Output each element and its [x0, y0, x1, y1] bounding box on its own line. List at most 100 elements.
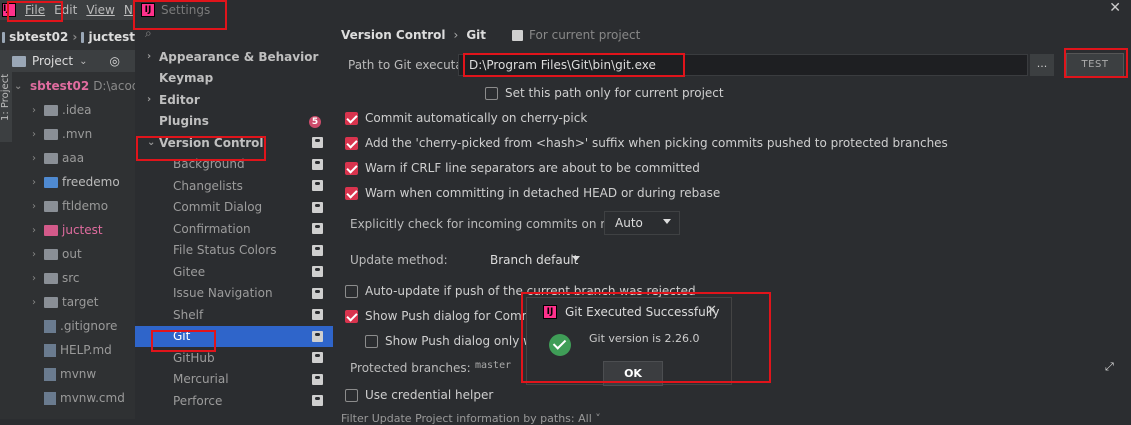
ok-button[interactable]: OK — [603, 361, 663, 386]
tree-item[interactable]: › .mvn — [14, 122, 135, 146]
tree-item[interactable]: .gitignore — [14, 314, 135, 338]
checkbox-label: Warn if CRLF line separators are about t… — [365, 161, 700, 175]
nav-item-file-status-colors[interactable]: File Status Colors — [135, 240, 333, 262]
credential-helper-checkbox[interactable]: Use credential helper — [345, 388, 493, 402]
checkbox-box[interactable] — [345, 388, 358, 402]
nav-item-commit-dialog[interactable]: Commit Dialog — [135, 197, 333, 219]
close-icon[interactable]: ✕ — [1109, 0, 1121, 16]
project-scope-icon — [312, 395, 323, 406]
chevron-right-icon[interactable]: › — [32, 201, 40, 212]
nav-item-plugins[interactable]: Plugins 5 — [135, 111, 333, 133]
folder-icon — [44, 176, 58, 188]
nav-item-shelf[interactable]: Shelf — [135, 304, 333, 326]
git-success-popup: IJ Git Executed Successfully ✕ Git versi… — [526, 297, 732, 386]
close-icon[interactable]: ✕ — [706, 303, 717, 318]
crlf-warning-checkbox[interactable]: Warn if CRLF line separators are about t… — [345, 161, 700, 175]
tree-item[interactable]: › src — [14, 266, 135, 290]
nav-item-background[interactable]: Background — [135, 154, 333, 176]
nav-item-mercurial[interactable]: Mercurial — [135, 369, 333, 391]
target-icon[interactable]: ◎ — [109, 54, 119, 68]
nav-item-version-control[interactable]: ⌄ Version Control — [135, 132, 333, 154]
nav-item-issue-navigation[interactable]: Issue Navigation — [135, 283, 333, 305]
tree-item[interactable]: mvnw.cmd — [14, 386, 135, 410]
chevron-icon[interactable]: › — [147, 94, 159, 105]
chevron-right-icon[interactable]: › — [32, 129, 40, 140]
tree-root[interactable]: ⌄ sbtest02 D:\acod — [14, 74, 135, 98]
file-icon — [44, 391, 56, 405]
settings-search[interactable]: ⌕ — [135, 20, 333, 46]
checkbox-box[interactable] — [345, 284, 358, 298]
update-method-select[interactable]: Branch default — [479, 248, 589, 272]
project-scope-icon — [512, 29, 524, 41]
file-icon — [44, 343, 56, 357]
nav-item-appearance-behavior[interactable]: › Appearance & Behavior — [135, 46, 333, 68]
tree-item[interactable]: › ftldemo — [14, 194, 135, 218]
expand-icon[interactable]: ⤢ — [1105, 360, 1114, 374]
chevron-icon[interactable]: › — [147, 51, 159, 62]
nav-item-editor[interactable]: › Editor — [135, 89, 333, 111]
checkbox-box[interactable] — [485, 86, 498, 100]
intellij-logo-icon: IJ — [543, 305, 557, 319]
incoming-check-select[interactable]: Auto — [604, 211, 680, 235]
nav-item-git[interactable]: Git — [135, 325, 333, 347]
git-path-input[interactable]: D:\Program Files\Git\bin\git.exe — [458, 54, 1028, 76]
chevron-icon[interactable]: ⌄ — [147, 137, 159, 148]
checkbox-box[interactable] — [345, 111, 358, 125]
tree-item[interactable]: mvnw — [14, 362, 135, 386]
checkbox-box[interactable] — [365, 334, 378, 348]
cherry-pick-autocommit-checkbox[interactable]: Commit automatically on cherry-pick — [345, 111, 587, 125]
nav-item-changelists[interactable]: Changelists — [135, 175, 333, 197]
nav-item-keymap[interactable]: Keymap — [135, 68, 333, 90]
crumb-module[interactable]: juctest — [88, 30, 135, 44]
project-scope-icon — [312, 266, 323, 277]
nav-item-github[interactable]: GitHub — [135, 347, 333, 369]
crumb-project[interactable]: sbtest02 — [9, 30, 68, 44]
tree-item[interactable]: › out — [14, 242, 135, 266]
checkbox-box[interactable] — [345, 309, 358, 323]
tree-item[interactable]: › juctest — [14, 218, 135, 242]
auto-update-checkbox[interactable]: Auto-update if push of the current branc… — [345, 284, 696, 298]
chevron-down-icon[interactable]: ⌄ — [79, 56, 87, 67]
tree-item[interactable]: › target — [14, 290, 135, 314]
tree-item[interactable]: › freedemo — [14, 170, 135, 194]
breadcrumb-version-control: Version Control — [341, 28, 446, 42]
checkbox-box[interactable] — [345, 186, 358, 200]
menu-file[interactable]: File — [25, 3, 45, 17]
set-path-only-checkbox[interactable]: Set this path only for current project — [485, 86, 724, 100]
project-scope: For current project — [512, 28, 640, 42]
nav-item-perforce[interactable]: Perforce — [135, 390, 333, 412]
tree-item[interactable]: › aaa — [14, 146, 135, 170]
nav-item-gitee[interactable]: Gitee — [135, 261, 333, 283]
chevron-down-icon — [572, 256, 580, 261]
menu-view[interactable]: View — [86, 3, 114, 17]
file-icon — [44, 319, 56, 333]
browse-button[interactable]: ... — [1030, 54, 1054, 76]
nav-item-label: Confirmation — [173, 221, 251, 236]
detached-head-warning-checkbox[interactable]: Warn when committing in detached HEAD or… — [345, 186, 720, 200]
nav-item-label: Issue Navigation — [173, 286, 273, 301]
tree-item-label: ftldemo — [62, 199, 109, 213]
project-view-header[interactable]: Project ⌄ ◎ — [0, 50, 135, 72]
menu-edit[interactable]: Edit — [54, 3, 77, 17]
chevron-right-icon[interactable]: › — [32, 105, 40, 116]
test-button[interactable]: TEST — [1066, 53, 1124, 77]
chevron-right-icon[interactable]: › — [32, 249, 40, 260]
menu-navigate[interactable]: N — [124, 3, 133, 17]
chevron-right-icon[interactable]: › — [32, 225, 40, 236]
checkbox-box[interactable] — [345, 136, 358, 150]
cherry-pick-suffix-checkbox[interactable]: Add the 'cherry-picked from <hash>' suff… — [345, 136, 948, 150]
tree-item-label: .mvn — [62, 127, 93, 141]
checkbox-box[interactable] — [345, 161, 358, 175]
chevron-right-icon[interactable]: › — [32, 153, 40, 164]
tree-item[interactable]: › .idea — [14, 98, 135, 122]
chevron-right-icon[interactable]: › — [32, 177, 40, 188]
nav-item-label: Shelf — [173, 307, 204, 322]
popup-title: Git Executed Successfully — [565, 305, 720, 319]
nav-item-confirmation[interactable]: Confirmation — [135, 218, 333, 240]
chevron-down-icon[interactable]: ⌄ — [14, 81, 22, 92]
checkbox-label: Warn when committing in detached HEAD or… — [365, 186, 721, 200]
chevron-right-icon[interactable]: › — [32, 297, 40, 308]
chevron-right-icon[interactable]: › — [32, 273, 40, 284]
nav-item-label: Git — [173, 329, 191, 344]
tree-item[interactable]: HELP.md — [14, 338, 135, 362]
